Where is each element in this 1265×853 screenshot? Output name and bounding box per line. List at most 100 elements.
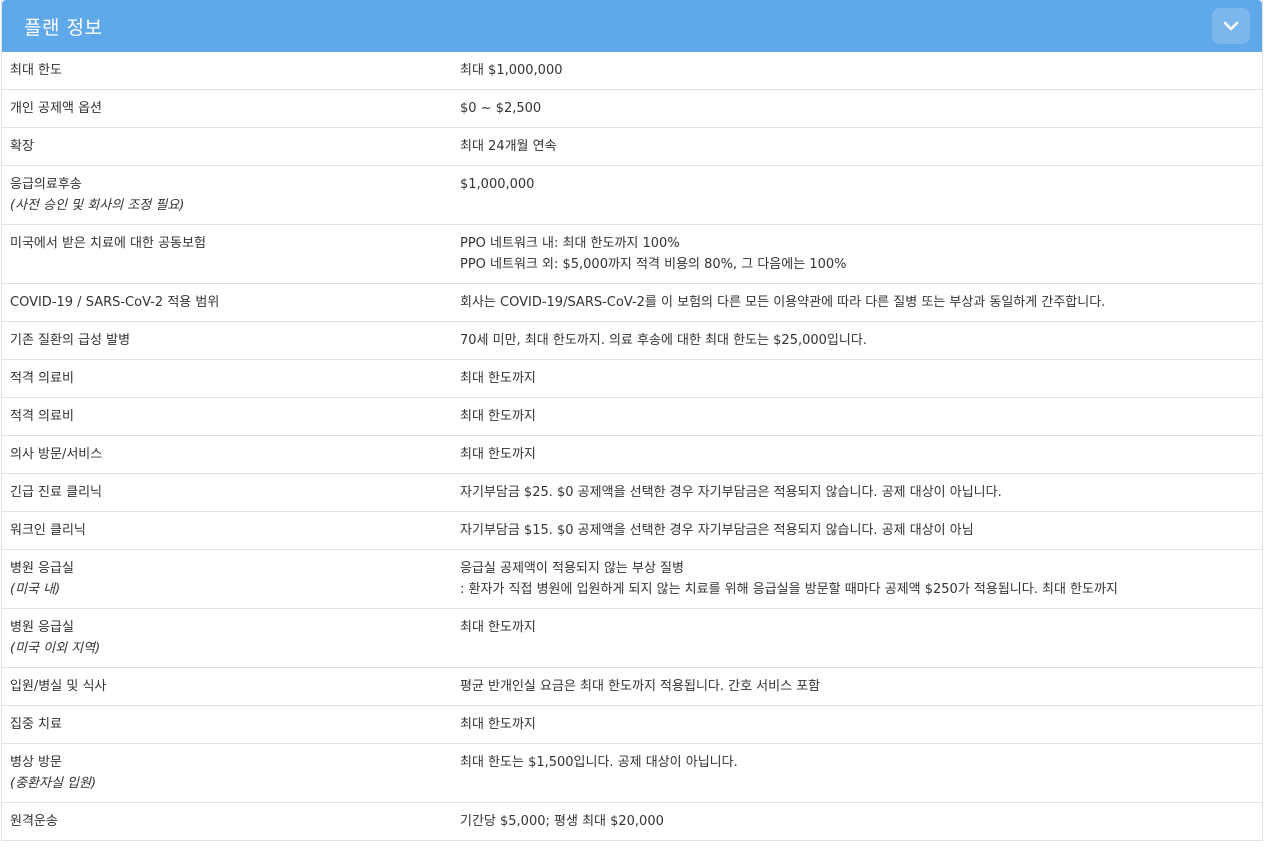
row-label-cell: 병상 방문 (중환자실 입원) [2,743,459,803]
row-value-cell: 최대 한도까지 [459,705,1262,744]
row-value-cell: $1,000,000 [459,165,1262,225]
row-label-cell: 병원 응급실 (미국 이외 지역) [2,608,459,668]
row-label-cell: 의사 방문/서비스 [2,435,459,474]
table-row: 워크인 클리닉 자기부담금 $15. $0 공제액을 선택한 경우 자기부담금은 … [2,511,1262,550]
row-value: PPO 네트워크 외: $5,000까지 적격 비용의 80%, 그 다음에는 … [460,257,847,272]
table-row: 미국에서 받은 치료에 대한 공동보험 PPO 네트워크 내: 최대 한도까지 1… [2,224,1262,284]
row-label-cell: COVID-19 / SARS-CoV-2 적용 범위 [2,283,459,322]
row-label: 적격 의료비 [10,409,74,424]
row-value: 자기부담금 $25. $0 공제액을 선택한 경우 자기부담금은 적용되지 않습… [460,485,1002,500]
row-label: 응급의료후송 [10,177,82,192]
row-value-cell: 자기부담금 $25. $0 공제액을 선택한 경우 자기부담금은 적용되지 않습… [459,473,1262,512]
row-label-cell: 입원/병실 및 식사 [2,667,459,706]
row-label: 워크인 클리닉 [10,523,86,538]
row-label: 병원 응급실 [10,620,74,635]
row-value-cell: 최대 24개월 연속 [459,127,1262,166]
row-label: 미국에서 받은 치료에 대한 공동보험 [10,236,206,251]
row-value: 최대 $1,000,000 [460,63,563,78]
row-value: 응급실 공제액이 적용되지 않는 부상 질병 [460,561,684,576]
row-value: 최대 한도까지 [460,620,536,635]
row-value-cell: 평균 반개인실 요금은 최대 한도까지 적용됩니다. 간호 서비스 포함 [459,667,1262,706]
table-row: 병원 응급실 (미국 내) 응급실 공제액이 적용되지 않는 부상 질병 : 환자가 … [2,549,1262,609]
row-value-cell: 최대 한도까지 [459,397,1262,436]
row-label: 입원/병실 및 식사 [10,679,107,694]
row-label-cell: 집중 치료 [2,705,459,744]
panel-header[interactable]: 플랜 정보 [2,0,1262,52]
row-value-cell: 최대 한도까지 [459,359,1262,398]
row-value-cell: 최대 한도는 $1,500입니다. 공제 대상이 아닙니다. [459,743,1262,803]
row-label: 기존 질환의 급성 발병 [10,333,131,348]
row-value-cell: 응급실 공제액이 적용되지 않는 부상 질병 : 환자가 직접 병원에 입원하게 … [459,549,1262,609]
plan-info-panel: 플랜 정보 최대 한도 최대 $1,000,000 개인 공제액 옵션 $0 ~ $2… [1,0,1263,841]
row-value: 최대 한도까지 [460,371,536,386]
row-label-cell: 긴급 진료 클리닉 [2,473,459,512]
row-value-cell: 기간당 $5,000; 평생 최대 $20,000 [459,802,1262,841]
row-label-cell: 미국에서 받은 치료에 대한 공동보험 [2,224,459,284]
row-value: 자기부담금 $15. $0 공제액을 선택한 경우 자기부담금은 적용되지 않습… [460,523,974,538]
table-row: 개인 공제액 옵션 $0 ~ $2,500 [2,89,1262,128]
row-label: 적격 의료비 [10,371,74,386]
row-value-cell: PPO 네트워크 내: 최대 한도까지 100% PPO 네트워크 외: $5,0… [459,224,1262,284]
row-label-note: (미국 내) [10,582,61,597]
row-value-cell: 70세 미만, 최대 한도까지. 의료 후송에 대한 최대 한도는 $25,00… [459,321,1262,360]
row-label-cell: 원격운송 [2,802,459,841]
row-value-cell: 최대 한도까지 [459,608,1262,668]
row-value-cell: 자기부담금 $15. $0 공제액을 선택한 경우 자기부담금은 적용되지 않습… [459,511,1262,550]
row-label: 병원 응급실 [10,561,74,576]
table-row: 원격운송 기간당 $5,000; 평생 최대 $20,000 [2,802,1262,841]
row-value-cell: 회사는 COVID-19/SARS-CoV-2를 이 보험의 다른 모든 이용약… [459,283,1262,322]
row-value: 회사는 COVID-19/SARS-CoV-2를 이 보험의 다른 모든 이용약… [460,295,1106,310]
row-value: 기간당 $5,000; 평생 최대 $20,000 [460,814,664,829]
table-row: 확장 최대 24개월 연속 [2,127,1262,166]
table-row: 집중 치료 최대 한도까지 [2,705,1262,744]
plan-info-table: 최대 한도 최대 $1,000,000 개인 공제액 옵션 $0 ~ $2,500 확장… [2,52,1262,841]
row-value: : 환자가 직접 병원에 입원하게 되지 않는 치료를 위해 응급실을 방문할 … [460,582,1118,597]
table-row: 응급의료후송 (사전 승인 및 회사의 조정 필요) $1,000,000 [2,165,1262,225]
row-label-cell: 적격 의료비 [2,397,459,436]
panel-title: 플랜 정보 [24,16,103,39]
row-value: $0 ~ $2,500 [460,101,542,116]
row-value: 최대 한도까지 [460,409,536,424]
row-value: 최대 한도는 $1,500입니다. 공제 대상이 아닙니다. [460,755,738,770]
row-label: 병상 방문 [10,755,62,770]
row-value: 70세 미만, 최대 한도까지. 의료 후송에 대한 최대 한도는 $25,00… [460,333,867,348]
row-label-cell: 병원 응급실 (미국 내) [2,549,459,609]
row-value: 최대 한도까지 [460,717,536,732]
chevron-down-icon [1223,21,1239,31]
table-row: 적격 의료비 최대 한도까지 [2,397,1262,436]
table-row: 입원/병실 및 식사 평균 반개인실 요금은 최대 한도까지 적용됩니다. 간호 … [2,667,1262,706]
row-label: 의사 방문/서비스 [10,447,103,462]
collapse-toggle-button[interactable] [1212,8,1250,44]
row-label-note: (미국 이외 지역) [10,641,101,656]
table-row: 긴급 진료 클리닉 자기부담금 $25. $0 공제액을 선택한 경우 자기부담금… [2,473,1262,512]
row-value-cell: 최대 한도까지 [459,435,1262,474]
row-label: 집중 치료 [10,717,62,732]
row-value-cell: $0 ~ $2,500 [459,89,1262,128]
row-value: 최대 한도까지 [460,447,536,462]
row-value: 평균 반개인실 요금은 최대 한도까지 적용됩니다. 간호 서비스 포함 [460,679,821,694]
row-value-cell: 최대 $1,000,000 [459,52,1262,90]
row-label-cell: 최대 한도 [2,52,459,90]
table-row: 기존 질환의 급성 발병 70세 미만, 최대 한도까지. 의료 후송에 대한 최… [2,321,1262,360]
row-label: COVID-19 / SARS-CoV-2 적용 범위 [10,295,220,310]
row-label: 원격운송 [10,814,58,829]
row-label: 최대 한도 [10,63,62,78]
table-row: 병상 방문 (중환자실 입원) 최대 한도는 $1,500입니다. 공제 대상이 아… [2,743,1262,803]
row-label: 긴급 진료 클리닉 [10,485,102,500]
row-label-cell: 워크인 클리닉 [2,511,459,550]
row-value: PPO 네트워크 내: 최대 한도까지 100% [460,236,680,251]
row-value: 최대 24개월 연속 [460,139,557,154]
row-label-note: (사전 승인 및 회사의 조정 필요) [10,198,185,213]
row-label-cell: 확장 [2,127,459,166]
table-row: 의사 방문/서비스 최대 한도까지 [2,435,1262,474]
row-label: 확장 [10,139,34,154]
row-label-note: (중환자실 입원) [10,776,97,791]
row-value: $1,000,000 [460,177,535,192]
table-row: 적격 의료비 최대 한도까지 [2,359,1262,398]
row-label-cell: 개인 공제액 옵션 [2,89,459,128]
row-label-cell: 기존 질환의 급성 발병 [2,321,459,360]
table-row: 병원 응급실 (미국 이외 지역) 최대 한도까지 [2,608,1262,668]
table-row: 최대 한도 최대 $1,000,000 [2,52,1262,90]
table-row: COVID-19 / SARS-CoV-2 적용 범위 회사는 COVID-19/… [2,283,1262,322]
row-label: 개인 공제액 옵션 [10,101,102,116]
